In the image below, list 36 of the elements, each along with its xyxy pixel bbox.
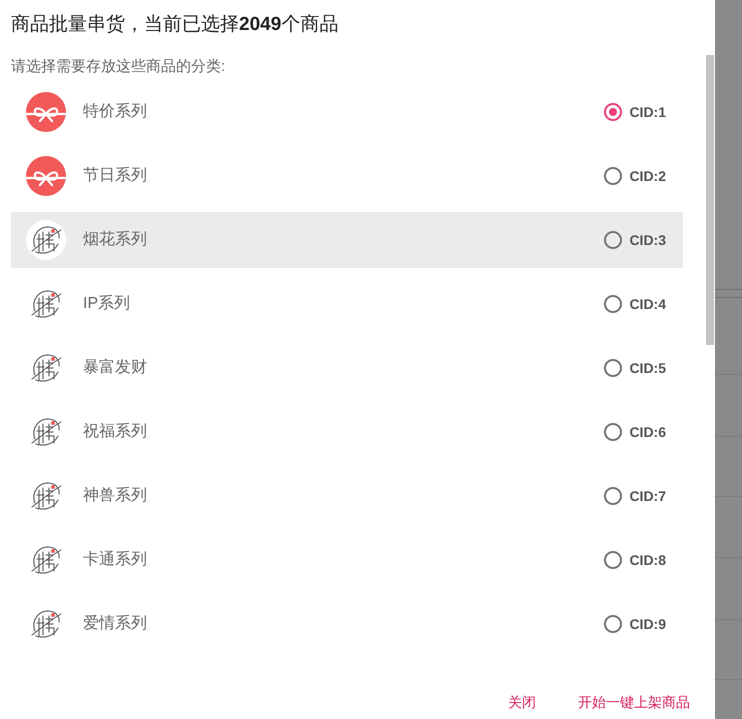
emblem-icon — [26, 220, 66, 260]
start-listing-button[interactable]: 开始一键上架商品 — [578, 690, 690, 714]
cid-label: CID:6 — [629, 423, 666, 441]
category-name: 暴富发财 — [83, 358, 147, 378]
category-name: 特价系列 — [83, 102, 147, 122]
category-name: 祝福系列 — [83, 422, 147, 442]
radio-button[interactable] — [604, 359, 622, 377]
radio-button[interactable] — [604, 615, 622, 633]
bow-icon — [26, 92, 66, 132]
category-name: 烟花系列 — [83, 230, 147, 250]
radio-button[interactable] — [604, 231, 622, 249]
cid-label: CID:5 — [629, 359, 666, 377]
category-name: 爱情系列 — [83, 614, 147, 634]
radio-button[interactable] — [604, 103, 622, 121]
cid-label: CID:1 — [629, 103, 666, 121]
prompt-text: 请选择需要存放这些商品的分类: — [11, 58, 226, 76]
radio-button[interactable] — [604, 551, 622, 569]
radio-button[interactable] — [604, 295, 622, 313]
dialog-title: 商品批量串货，当前已选择2049个商品 — [11, 13, 338, 37]
cid-label: CID:7 — [629, 487, 666, 505]
radio-button[interactable] — [604, 487, 622, 505]
cid-label: CID:3 — [629, 231, 666, 249]
radio-button[interactable] — [604, 167, 622, 185]
category-row[interactable]: 烟花系列 CID:3 — [11, 212, 683, 268]
close-button[interactable]: 关闭 — [508, 690, 536, 714]
category-name: 神兽系列 — [83, 486, 147, 506]
cid-label: CID:9 — [629, 615, 666, 633]
category-name: 节日系列 — [83, 166, 147, 186]
cid-label: CID:2 — [629, 167, 666, 185]
scrollbar-thumb[interactable] — [706, 55, 714, 345]
cid-label: CID:8 — [629, 551, 666, 569]
cid-label: CID:4 — [629, 295, 666, 313]
category-name: 卡通系列 — [83, 550, 147, 570]
bow-icon — [26, 156, 66, 196]
radio-button[interactable] — [604, 423, 622, 441]
category-name: IP系列 — [83, 294, 130, 314]
